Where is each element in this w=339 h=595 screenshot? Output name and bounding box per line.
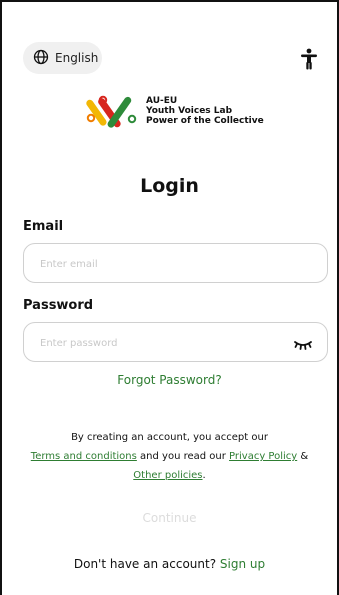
email-label: Email	[23, 219, 64, 234]
brand-logo	[86, 92, 138, 134]
signup-prompt: Don't have an account?	[73, 557, 217, 571]
email-field-container	[23, 243, 328, 284]
signup-row: Don't have an account? Sign up	[0, 557, 339, 571]
page-title: Login	[140, 175, 199, 197]
forgot-password-link[interactable]: Forgot Password?	[0, 373, 339, 387]
terms-link[interactable]: Terms and conditions	[31, 451, 137, 462]
continue-button[interactable]: Continue	[0, 511, 339, 525]
consent-middle: and you read our	[140, 451, 226, 462]
email-field[interactable]	[24, 244, 292, 284]
consent-period: .	[202, 470, 206, 481]
brand-line-2: Youth Voices Lab	[146, 106, 233, 116]
accessibility-icon[interactable]	[300, 48, 318, 70]
privacy-policy-link[interactable]: Privacy Policy	[229, 451, 297, 462]
other-policies-link[interactable]: Other policies	[133, 470, 202, 481]
password-field-container	[23, 322, 328, 363]
globe-icon	[33, 49, 49, 68]
brand-line-1: AU-EU	[146, 96, 178, 106]
signup-link[interactable]: Sign up	[220, 557, 265, 571]
language-label: English	[55, 51, 99, 65]
password-label: Password	[23, 298, 94, 313]
consent-text: By creating an account, you accept our T…	[0, 428, 339, 485]
consent-ampersand: &	[300, 451, 309, 462]
password-field[interactable]	[24, 323, 292, 363]
language-selector[interactable]: English	[23, 42, 102, 74]
brand-text: AU-EU Youth Voices Lab Power of the Coll…	[146, 96, 264, 126]
consent-prefix: By creating an account, you accept our	[71, 432, 268, 443]
eye-closed-icon[interactable]	[293, 336, 313, 350]
brand-line-3: Power of the Collective	[146, 116, 264, 126]
